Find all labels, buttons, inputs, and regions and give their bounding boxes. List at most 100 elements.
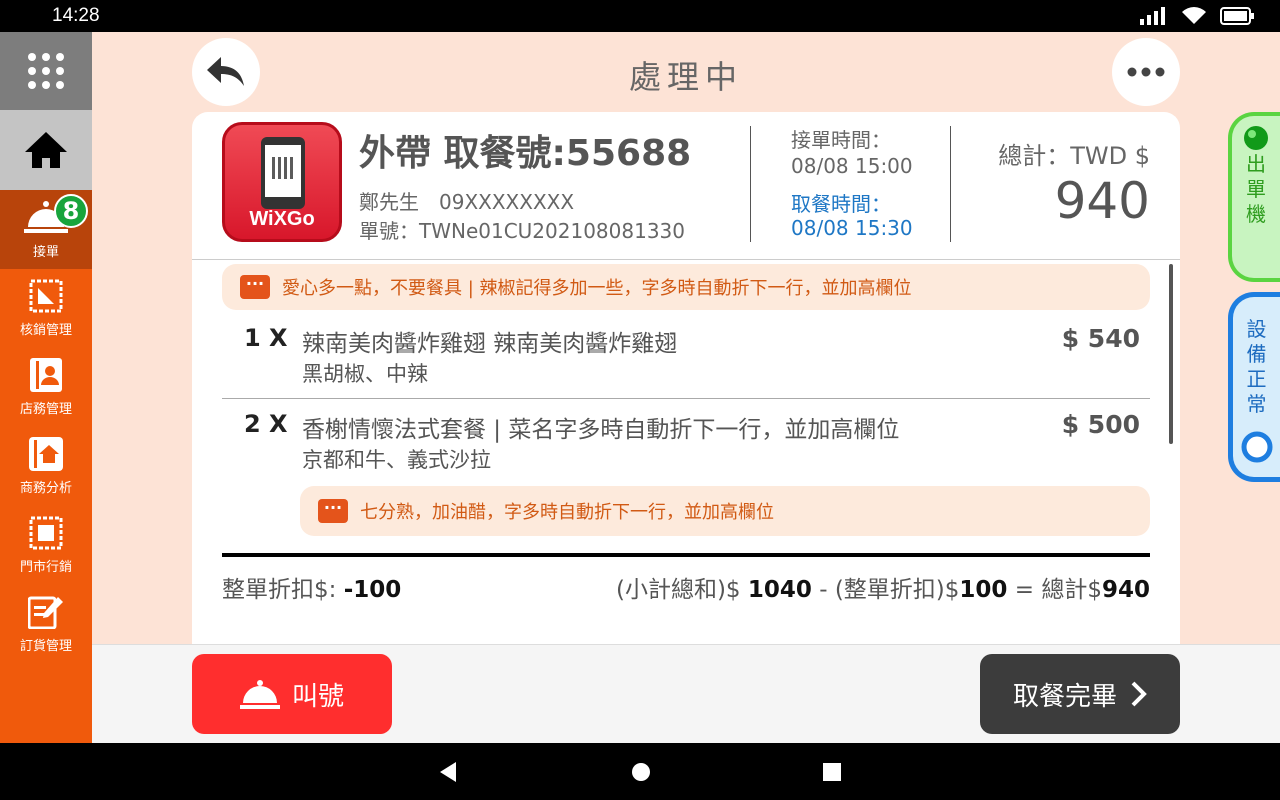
wifi-icon xyxy=(1182,7,1206,25)
pickup-complete-button[interactable]: 取餐完畢 xyxy=(980,654,1180,734)
received-time-label: 接單時間： xyxy=(791,128,891,152)
sidebar-item-label: 訂貨管理 xyxy=(19,639,72,654)
divider xyxy=(222,553,1150,557)
app-menu-button[interactable] xyxy=(0,32,92,110)
stamp-icon xyxy=(29,279,63,313)
printer-label-2: 單 xyxy=(1246,177,1266,201)
main-area: 處理中 WiXGo 外帶 取餐號:55688 鄭先生 09XXXXXXXX 單號… xyxy=(92,32,1280,743)
divider xyxy=(222,398,1150,399)
sidebar-item-label: 店務管理 xyxy=(19,402,72,417)
more-button[interactable] xyxy=(1112,38,1180,106)
discount-label-2: (整單折扣)$ xyxy=(834,577,960,603)
equals-sign: = xyxy=(1014,577,1035,603)
order-note-text: 愛心多一點，不要餐具 | 辣椒記得多加一些，字多時自動折下一行，並加高欄位 xyxy=(282,278,912,299)
device-label-4: 常 xyxy=(1246,392,1267,416)
item-qty: 1 X xyxy=(244,324,288,352)
subtotal-label: (小計總和)$ xyxy=(615,577,741,603)
order-count-badge: 8 xyxy=(54,194,88,228)
sidebar-item-label: 商務分析 xyxy=(19,481,72,496)
divider xyxy=(750,126,751,242)
device-label-2: 備 xyxy=(1246,342,1267,366)
item-price: $ 540 xyxy=(1061,324,1140,353)
minus-sign: - xyxy=(819,577,828,603)
item-name: 香榭情懷法式套餐 | 菜名字多時自動折下一行，並加高欄位 xyxy=(302,417,900,443)
call-button-label: 叫號 xyxy=(291,681,344,712)
printer-label-1: 出 xyxy=(1246,152,1266,176)
call-number-button[interactable]: 叫號 xyxy=(192,654,392,734)
item-note: ··· 七分熟，加油醋，字多時自動折下一行，並加高欄位 xyxy=(300,486,1150,536)
sidebar-item-label: 接單 xyxy=(32,245,59,260)
item-note-text: 七分熟，加油醋，字多時自動折下一行，並加高欄位 xyxy=(360,502,774,523)
printer-status[interactable]: 出 單 機 xyxy=(1228,112,1280,282)
grand-total-value: 940 xyxy=(1101,577,1150,603)
total-amount: 940 xyxy=(1054,172,1150,230)
item-options: 黑胡椒、中辣 xyxy=(302,362,428,386)
sidebar-item-analytics[interactable]: 商務分析 xyxy=(0,427,92,506)
printer-label-3: 機 xyxy=(1246,202,1266,226)
order-title: 外帶 取餐號:55688 xyxy=(359,133,692,174)
action-bar: 叫號 取餐完畢 xyxy=(92,644,1280,743)
grand-total-label: 總計$ xyxy=(1041,577,1102,603)
customer-info: 鄭先生 09XXXXXXXX xyxy=(359,190,575,214)
status-bar: 14:28 xyxy=(0,0,1280,32)
divider xyxy=(950,126,951,242)
pickup-time-label: 取餐時間： xyxy=(791,192,891,216)
more-dots-icon xyxy=(1127,67,1165,77)
sidebar-item-purchasing[interactable]: 訂貨管理 xyxy=(0,585,92,664)
total-label: 總計：TWD $ xyxy=(998,142,1150,170)
order-header: WiXGo 外帶 取餐號:55688 鄭先生 09XXXXXXXX 單號：TWN… xyxy=(192,112,1180,260)
home-button[interactable] xyxy=(0,110,92,190)
phone-qr-icon xyxy=(261,137,305,209)
sidebar-item-label: 核銷管理 xyxy=(19,323,72,338)
order-note: ··· 愛心多一點，不要餐具 | 辣椒記得多加一些，字多時自動折下一行，並加高欄… xyxy=(222,264,1150,310)
scrollbar[interactable] xyxy=(1169,264,1173,444)
nav-home-icon[interactable] xyxy=(631,762,651,782)
sidebar-item-verification[interactable]: 核銷管理 xyxy=(0,269,92,348)
status-dot-icon xyxy=(1244,126,1268,150)
stamp-frame-icon xyxy=(29,516,63,550)
page-title: 處理中 xyxy=(628,58,743,96)
item-price: $ 500 xyxy=(1061,410,1140,439)
list-item[interactable]: 2 X 香榭情懷法式套餐 | 菜名字多時自動折下一行，並加高欄位 京都和牛、義式… xyxy=(222,410,1150,480)
sidebar-item-marketing[interactable]: 門市行銷 xyxy=(0,506,92,585)
sidebar: 8 接單 核銷管理 店務管理 商務分析 門市行銷 訂貨管理 xyxy=(0,32,92,743)
sidebar-item-orders[interactable]: 8 接單 xyxy=(0,190,92,269)
logo-text: WiXGo xyxy=(249,208,315,230)
sidebar-item-store[interactable]: 店務管理 xyxy=(0,348,92,427)
battery-icon xyxy=(1220,7,1254,25)
system-nav-bar xyxy=(0,743,1280,800)
subtotal-value: 1040 xyxy=(747,577,812,603)
analytics-icon xyxy=(29,437,63,471)
ring-icon xyxy=(1241,431,1272,463)
service-bell-icon xyxy=(239,680,280,709)
message-icon: ··· xyxy=(318,499,348,523)
device-label-3: 正 xyxy=(1246,367,1267,391)
order-card: WiXGo 外帶 取餐號:55688 鄭先生 09XXXXXXXX 單號：TWN… xyxy=(192,112,1180,652)
nav-back-icon[interactable] xyxy=(438,761,458,783)
item-name: 辣南美肉醬炸雞翅 辣南美肉醬炸雞翅 xyxy=(302,331,678,357)
device-status[interactable]: 設 備 正 常 xyxy=(1228,292,1280,482)
received-time: 08/08 15:00 xyxy=(791,154,913,178)
item-qty: 2 X xyxy=(244,410,288,438)
done-button-label: 取餐完畢 xyxy=(1012,681,1117,712)
list-item[interactable]: 1 X 辣南美肉醬炸雞翅 辣南美肉醬炸雞翅 黑胡椒、中辣 $ 540 xyxy=(222,324,1150,394)
chevron-right-icon xyxy=(1131,681,1147,707)
status-icons xyxy=(1140,7,1254,25)
wixgo-logo: WiXGo xyxy=(222,122,342,242)
edit-list-icon xyxy=(28,596,63,629)
order-summary: 整單折扣$: -100 (小計總和)$ 1040 - (整單折扣)$100 = … xyxy=(222,570,1150,603)
grid-menu-icon xyxy=(28,53,64,89)
status-time: 14:28 xyxy=(52,5,100,26)
signal-icon xyxy=(1140,7,1165,25)
order-number: 單號：TWNe01CU202108081330 xyxy=(359,219,686,243)
discount-value-2: 100 xyxy=(959,577,1008,603)
message-icon: ··· xyxy=(240,275,270,299)
discount-value: -100 xyxy=(343,577,402,603)
device-label-1: 設 xyxy=(1246,317,1267,341)
discount-label: 整單折扣$: xyxy=(222,577,337,603)
home-icon xyxy=(25,132,67,168)
sidebar-item-label: 門市行銷 xyxy=(19,560,72,575)
contact-book-icon xyxy=(30,358,62,392)
pickup-time: 08/08 15:30 xyxy=(791,216,913,240)
nav-recents-icon[interactable] xyxy=(823,763,841,781)
